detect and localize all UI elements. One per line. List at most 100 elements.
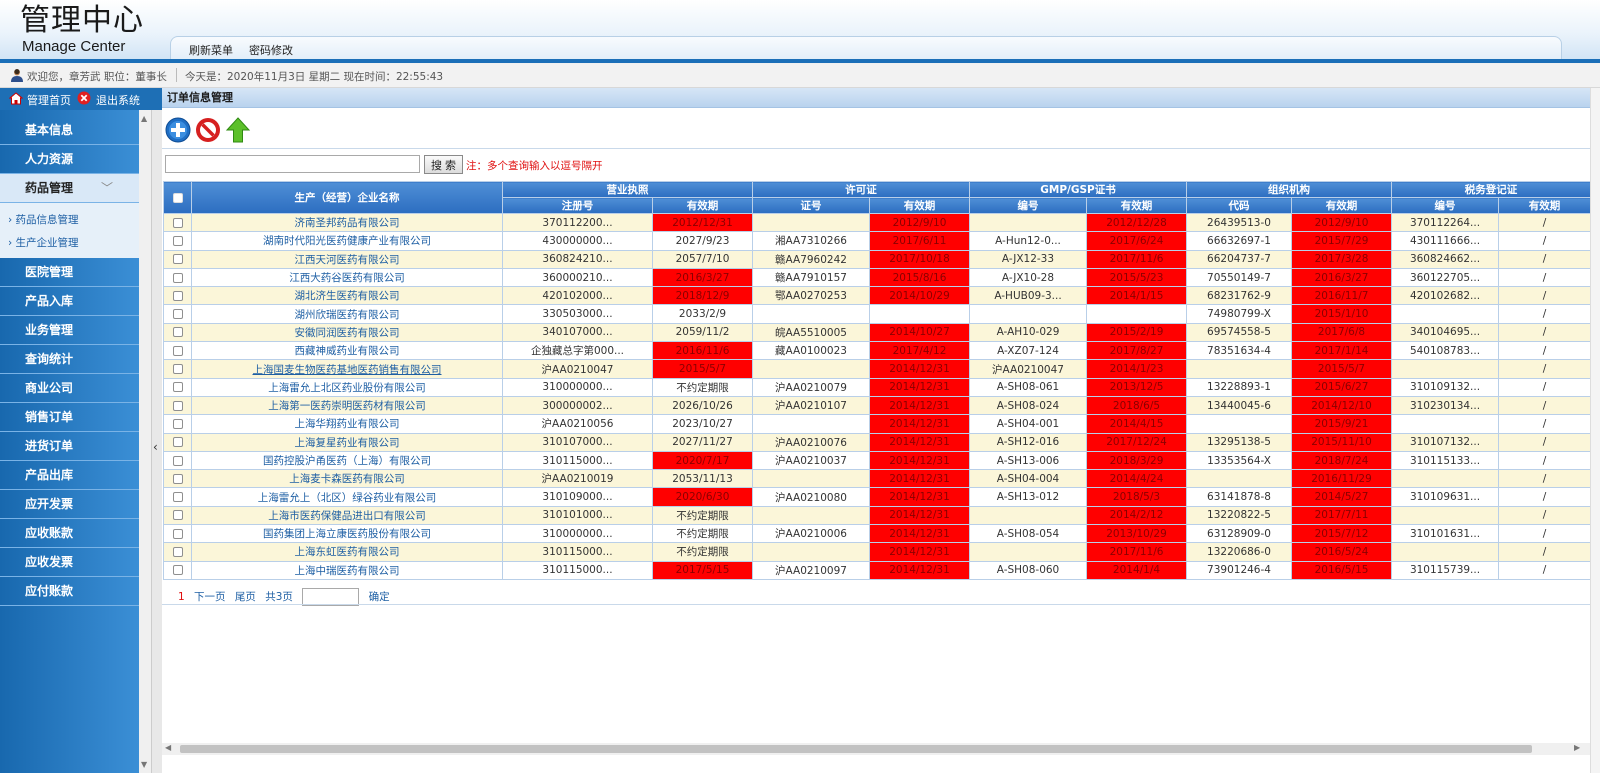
table-row[interactable]: 济南圣邦药品有限公司 370112200... 2012/12/31 2012/9/1…	[163, 212, 1592, 233]
row-checkbox[interactable]	[172, 510, 183, 521]
company-name-link[interactable]: 上海中瑞医药有限公司	[191, 560, 503, 580]
horizontal-scrollbar[interactable]: ◀ ▶	[162, 743, 1590, 755]
table-row[interactable]: 上海第一医药崇明医药材有限公司 300000002... 2026/10/26 沪AA…	[163, 395, 1592, 416]
company-name-link[interactable]: 上海雷允上（北区）绿谷药业有限公司	[191, 487, 503, 507]
row-checkbox[interactable]	[172, 254, 183, 265]
row-checkbox[interactable]	[172, 364, 183, 375]
row-select-cell[interactable]	[163, 359, 192, 379]
next-page-link[interactable]: 下一页	[194, 591, 226, 603]
row-checkbox[interactable]	[172, 473, 183, 484]
sidebar-item-basic-info[interactable]: 基本信息	[0, 116, 139, 145]
row-checkbox[interactable]	[172, 382, 183, 393]
add-icon[interactable]	[165, 117, 191, 143]
select-all-cell[interactable]	[163, 181, 192, 214]
table-row[interactable]: 上海华翔药业有限公司 沪AA0210056 2023/10/27 2014/12/31…	[163, 414, 1592, 434]
row-checkbox[interactable]	[172, 528, 183, 539]
table-row[interactable]: 上海雷允上（北区）绿谷药业有限公司 310109000... 2020/6/30 沪A…	[163, 487, 1592, 507]
row-select-cell[interactable]	[163, 524, 192, 544]
row-select-cell[interactable]	[163, 267, 192, 288]
refresh-menu-link[interactable]: 刷新菜单	[189, 42, 233, 58]
sidebar-item-stock-out[interactable]: 产品出库	[0, 461, 139, 490]
row-checkbox[interactable]	[172, 272, 183, 283]
scroll-left-icon[interactable]: ◀	[165, 743, 171, 752]
company-name-link[interactable]: 上海东虹医药有限公司	[191, 542, 503, 562]
table-row[interactable]: 湖北济生医药有限公司 420102000... 2018/12/9 鄂AA027025…	[163, 286, 1592, 306]
company-name-link[interactable]: 上海第一医药崇明医药材有限公司	[191, 395, 503, 416]
table-row[interactable]: 国药控股沪甬医药（上海）有限公司 310115000... 2020/7/17 沪AA…	[163, 450, 1592, 471]
table-row[interactable]: 江西天河医药有限公司 360824210... 2057/7/10 赣AA796024…	[163, 249, 1592, 269]
row-select-cell[interactable]	[163, 231, 192, 251]
company-name-link[interactable]: 上海国麦生物医药基地医药销售有限公司	[191, 359, 503, 379]
sidebar-item-payables[interactable]: 应付账款	[0, 577, 139, 606]
row-select-cell[interactable]	[163, 505, 192, 526]
confirm-jump-link[interactable]: 确定	[369, 591, 390, 603]
sidebar-item-stats[interactable]: 查询统计	[0, 345, 139, 374]
sidebar-item-invoice-received[interactable]: 应收发票	[0, 548, 139, 577]
table-row[interactable]: 湖南时代阳光医药健康产业有限公司 430000000... 2027/9/23 湘AA…	[163, 231, 1592, 251]
sidebar-item-purchase-order[interactable]: 进货订单	[0, 432, 139, 461]
table-row[interactable]: 安徽同润医药有限公司 340107000... 2059/11/2 皖AA551000…	[163, 322, 1592, 343]
row-checkbox[interactable]	[172, 309, 183, 320]
search-button[interactable]: 搜 索	[424, 155, 463, 174]
sidebar-item-hr[interactable]: 人力资源	[0, 145, 139, 174]
company-name-link[interactable]: 国药控股沪甬医药（上海）有限公司	[191, 450, 503, 471]
sidebar-collapse-handle[interactable]: ‹	[151, 110, 162, 773]
table-row[interactable]: 上海东虹医药有限公司 310115000... 不约定期限 2014/12/31 201…	[163, 542, 1592, 562]
company-name-link[interactable]: 上海复星药业有限公司	[191, 432, 503, 452]
row-checkbox[interactable]	[172, 492, 183, 503]
row-checkbox[interactable]	[172, 455, 183, 466]
row-checkbox[interactable]	[172, 345, 183, 356]
sidebar-item-receivables[interactable]: 应收账款	[0, 519, 139, 548]
upload-arrow-icon[interactable]	[225, 117, 251, 143]
row-checkbox[interactable]	[172, 400, 183, 411]
select-all-checkbox[interactable]	[172, 192, 183, 203]
sidebar-item-invoice-to-issue[interactable]: 应开发票	[0, 490, 139, 519]
table-row[interactable]: 上海复星药业有限公司 310107000... 2027/11/27 沪AA02100…	[163, 432, 1592, 452]
row-checkbox[interactable]	[172, 418, 183, 429]
table-row[interactable]: 江西大药谷医药有限公司 360000210... 2016/3/27 赣AA79101…	[163, 267, 1592, 288]
sidebar-item-company[interactable]: 商业公司	[0, 374, 139, 403]
table-row[interactable]: 国药集团上海立康医药股份有限公司 310000000... 不约定期限 沪AA0210…	[163, 524, 1592, 544]
sidebar-item-business[interactable]: 业务管理	[0, 316, 139, 345]
row-select-cell[interactable]	[163, 377, 192, 397]
row-select-cell[interactable]	[163, 322, 192, 343]
company-name-link[interactable]: 济南圣邦药品有限公司	[191, 212, 503, 233]
change-password-link[interactable]: 密码修改	[249, 42, 293, 58]
table-row[interactable]: 上海雷允上北区药业股份有限公司 310000000... 不约定期限 沪AA02100…	[163, 377, 1592, 397]
company-name-link[interactable]: 江西大药谷医药有限公司	[191, 267, 503, 288]
row-select-cell[interactable]	[163, 469, 192, 489]
sidebar-item-drug-management[interactable]: 药品管理 ﹀	[0, 174, 139, 203]
company-name-link[interactable]: 上海华翔药业有限公司	[191, 414, 503, 434]
scroll-thumb[interactable]	[180, 745, 1532, 753]
company-name-link[interactable]: 上海雷允上北区药业股份有限公司	[191, 377, 503, 397]
row-select-cell[interactable]	[163, 304, 192, 324]
sidebar-item-hospital[interactable]: 医院管理	[0, 258, 139, 287]
row-checkbox[interactable]	[172, 217, 183, 228]
search-input[interactable]	[165, 155, 420, 173]
vertical-scrollbar[interactable]	[1590, 88, 1600, 773]
row-select-cell[interactable]	[163, 487, 192, 507]
scroll-down-icon[interactable]: ▼	[141, 760, 147, 769]
row-select-cell[interactable]	[163, 212, 192, 233]
scroll-up-icon[interactable]: ▲	[141, 114, 147, 123]
table-row[interactable]: 上海麦卡森医药有限公司 沪AA0210019 2053/11/13 2014/12/3…	[163, 469, 1592, 489]
row-select-cell[interactable]	[163, 286, 192, 306]
row-checkbox[interactable]	[172, 327, 183, 338]
submenu-item-manufacturer[interactable]: › 生产企业管理	[8, 235, 79, 250]
table-row[interactable]: 西藏神威药业有限公司 企独藏总字第000... 2016/11/6 藏AA010002…	[163, 341, 1592, 361]
table-row[interactable]: 上海国麦生物医药基地医药销售有限公司 沪AA0210047 2015/5/7 2014…	[163, 359, 1592, 379]
company-name-link[interactable]: 上海麦卡森医药有限公司	[191, 469, 503, 489]
row-checkbox[interactable]	[172, 290, 183, 301]
delete-icon[interactable]	[195, 117, 221, 143]
row-select-cell[interactable]	[163, 560, 192, 580]
row-select-cell[interactable]	[163, 341, 192, 361]
row-select-cell[interactable]	[163, 395, 192, 416]
scroll-right-icon[interactable]: ▶	[1574, 743, 1580, 752]
home-button[interactable]: 管理首页	[27, 92, 71, 108]
sidebar-item-stock-in[interactable]: 产品入库	[0, 287, 139, 316]
sidebar-item-sales-order[interactable]: 销售订单	[0, 403, 139, 432]
sidebar-scrollbar[interactable]: ▲ ▼	[139, 110, 151, 773]
row-checkbox[interactable]	[172, 235, 183, 246]
company-name-link[interactable]: 湖北济生医药有限公司	[191, 286, 503, 306]
company-name-link[interactable]: 西藏神威药业有限公司	[191, 341, 503, 361]
